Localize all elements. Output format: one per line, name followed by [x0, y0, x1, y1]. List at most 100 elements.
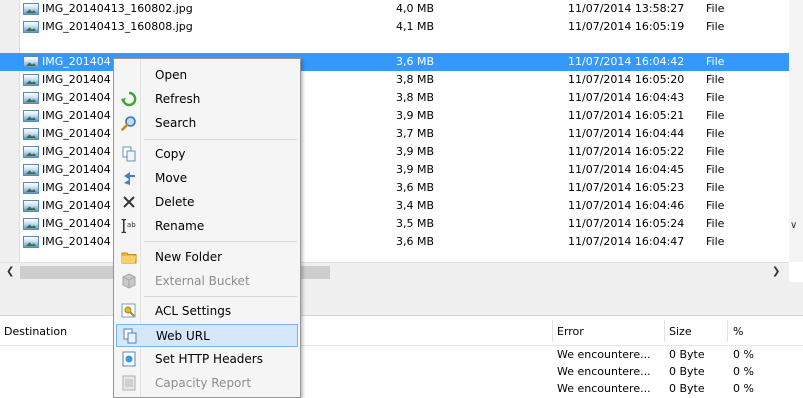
file-name: IMG_20140413 [42, 91, 112, 104]
image-file-icon [23, 3, 39, 15]
file-type: File [706, 181, 725, 194]
image-file-icon [23, 182, 39, 194]
image-file-icon [23, 236, 39, 248]
menu-item-set-http-headers[interactable]: Set HTTP Headers [116, 348, 298, 371]
file-size: 3,6 MB [396, 55, 435, 68]
file-size: 3,9 MB [396, 109, 435, 122]
scroll-right-icon[interactable]: ❯ [772, 266, 780, 277]
menu-item-delete[interactable]: Delete [116, 191, 298, 214]
file-name: IMG_20140413 [42, 217, 112, 230]
rename-icon: ab [121, 218, 137, 234]
file-date: 11/07/2014 16:05:23 [568, 181, 685, 194]
queue-error: We encountere... [557, 348, 651, 361]
file-row[interactable]: IMG_20140413_160802.jpg 4,0 MB 11/07/201… [0, 0, 789, 18]
file-type: File [706, 199, 725, 212]
file-name: IMG_20140413_160808.jpg [42, 20, 193, 33]
file-name: IMG_20140413 [42, 181, 112, 194]
file-type: File [706, 217, 725, 230]
file-name: IMG_20140413 [42, 55, 112, 68]
menu-item-label: Copy [155, 147, 186, 161]
file-row[interactable]: IMG_20140413_160808.jpg 4,1 MB 11/07/201… [0, 18, 789, 36]
file-name: IMG_20140413 [42, 73, 112, 86]
menu-item-web-url[interactable]: Web URL [116, 324, 298, 347]
menu-item-label: Set HTTP Headers [155, 352, 263, 366]
menu-item-label: Web URL [156, 329, 210, 343]
file-name: IMG_20140413 [42, 199, 112, 212]
file-name: IMG_20140413 [42, 145, 112, 158]
menu-item-label: Open [155, 68, 188, 82]
file-type: File [706, 109, 725, 122]
refresh-icon [121, 91, 137, 107]
file-size: 3,4 MB [396, 199, 435, 212]
copy-icon [121, 146, 137, 162]
http-headers-icon [121, 351, 137, 367]
menu-item-label: ACL Settings [155, 304, 232, 318]
file-size: 4,0 MB [396, 2, 435, 15]
file-type: File [706, 55, 725, 68]
file-date: 11/07/2014 16:04:43 [568, 91, 685, 104]
menu-item-label: Search [155, 116, 197, 130]
image-file-icon [23, 146, 39, 158]
image-file-icon [23, 21, 39, 33]
file-date: 11/07/2014 16:04:44 [568, 127, 685, 140]
queue-error: We encountere... [557, 365, 651, 378]
file-date: 11/07/2014 16:04:47 [568, 235, 685, 248]
image-file-icon [23, 164, 39, 176]
menu-item-label: Refresh [155, 92, 201, 106]
percent-column-header[interactable]: % [733, 325, 743, 338]
menu-separator [144, 241, 297, 242]
menu-item-new-folder[interactable]: New Folder [116, 246, 298, 269]
queue-size: 0 Byte [669, 348, 705, 361]
menu-item-label: New Folder [155, 250, 223, 264]
file-name: IMG_20140413 [42, 109, 112, 122]
file-size: 3,6 MB [396, 235, 435, 248]
menu-item-refresh[interactable]: Refresh [116, 88, 298, 111]
folder-icon [121, 249, 137, 265]
menu-item-external-bucket[interactable]: External Bucket [116, 270, 298, 293]
destination-column-header[interactable]: Destination [4, 325, 67, 338]
size-column-header[interactable]: Size [669, 325, 692, 338]
queue-size: 0 Byte [669, 382, 705, 395]
file-name: IMG_20140413 [42, 235, 112, 248]
error-column-header[interactable]: Error [557, 325, 584, 338]
file-type: File [706, 91, 725, 104]
search-icon [121, 115, 137, 131]
menu-item-move[interactable]: Move [116, 167, 298, 190]
menu-item-label: Move [155, 171, 188, 185]
menu-item-capacity-report[interactable]: Capacity Report [116, 372, 298, 395]
file-type: File [706, 127, 725, 140]
menu-item-open[interactable]: Open [116, 64, 298, 87]
menu-item-label: External Bucket [155, 274, 250, 288]
file-date: 11/07/2014 16:04:42 [568, 55, 685, 68]
capacity-report-icon [121, 375, 137, 391]
menu-item-rename[interactable]: ab Rename [116, 215, 298, 238]
menu-item-label: Rename [155, 219, 205, 233]
menu-item-search[interactable]: Search [116, 112, 298, 135]
file-date: 11/07/2014 16:05:24 [568, 217, 685, 230]
file-type: File [706, 73, 725, 86]
file-size: 3,9 MB [396, 145, 435, 158]
web-url-icon [122, 328, 138, 344]
menu-item-acl-settings[interactable]: ACL Settings [116, 300, 298, 323]
file-size: 3,9 MB [396, 163, 435, 176]
scroll-down-icon[interactable]: ∨ [790, 220, 797, 231]
file-size: 3,5 MB [396, 217, 435, 230]
file-size: 4,1 MB [396, 20, 435, 33]
queue-size: 0 Byte [669, 365, 705, 378]
queue-percent: 0 % [733, 348, 754, 361]
column-divider [552, 320, 553, 342]
file-name: IMG_20140413 [42, 127, 112, 140]
file-size: 3,6 MB [396, 181, 435, 194]
move-icon [121, 170, 137, 186]
menu-item-copy[interactable]: Copy [116, 143, 298, 166]
image-file-icon [23, 110, 39, 122]
file-date: 11/07/2014 16:04:46 [568, 199, 685, 212]
vertical-scrollbar[interactable]: ∨ [789, 0, 803, 262]
scroll-left-icon[interactable]: ❮ [6, 266, 14, 277]
file-type: File [706, 145, 725, 158]
queue-percent: 0 % [733, 365, 754, 378]
column-divider [664, 320, 665, 342]
image-file-icon [23, 92, 39, 104]
image-file-icon [23, 218, 39, 230]
file-type: File [706, 235, 725, 248]
